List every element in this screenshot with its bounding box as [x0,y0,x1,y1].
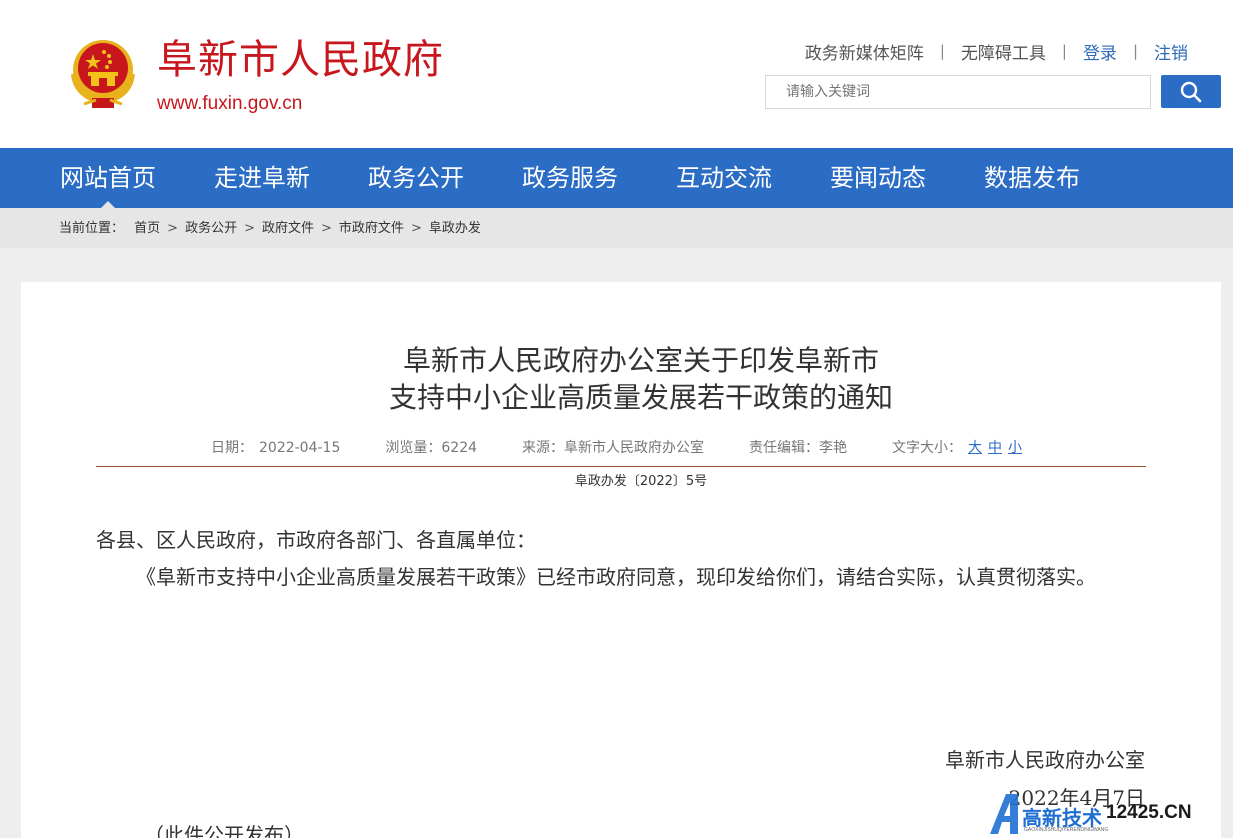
nav-item-gov-service[interactable]: 政务服务 [522,148,618,208]
breadcrumb-gov-docs[interactable]: 政府文件 [262,221,314,236]
article-title: 阜新市人民政府办公室关于印发阜新市 支持中小企业高质量发展若干政策的通知 [21,342,1233,416]
divider: | [939,42,945,60]
site-name: 阜新市人民政府 [157,37,444,83]
doc-number: 阜政办发〔2022〕5号 [574,474,708,489]
meta-date: 日期： 2022-04-15 [211,440,341,456]
search-input[interactable] [765,75,1151,109]
breadcrumb-home[interactable]: 首页 [134,221,160,236]
top-links: 政务新媒体矩阵 | 无障碍工具 | 登录 | 注销 [805,39,1188,64]
new-media-link[interactable]: 政务新媒体矩阵 [805,39,924,64]
article-title-line1: 阜新市人民政府办公室关于印发阜新市 [402,344,879,377]
logout-link[interactable]: 注销 [1154,39,1188,64]
breadcrumb: 当前位置： 首页 > 政务公开 > 政府文件 > 市政府文件 > 阜政办发 [0,208,1233,248]
meta-source: 来源：阜新市人民政府办公室 [522,440,705,456]
main-nav: 网站首页 走进阜新 政务公开 政务服务 互动交流 要闻动态 数据发布 [0,148,1233,208]
article-meta: 日期： 2022-04-15 浏览量：6224 来源：阜新市人民政府办公室 责任编… [211,437,1022,457]
salutation: 各县、区人民政府，市政府各部门、各直属单位： [96,528,536,552]
search-icon [1180,81,1202,102]
font-size-large[interactable]: 大 [968,440,982,456]
article-body: 各县、区人民政府，市政府各部门、各直属单位： 《阜新市支持中小企业高质量发展若干… [96,522,1146,596]
body-paragraph: 《阜新市支持中小企业高质量发展若干政策》已经市政府同意，现印发给你们，请结合实际… [136,565,1096,589]
meta-font-size: 文字大小：大中小 [892,440,1023,456]
site-header: 阜新市人民政府 www.fuxin.gov.cn 政务新媒体矩阵 | 无障碍工具… [0,0,1233,148]
site-url: www.fuxin.gov.cn [157,93,303,114]
breadcrumb-city-docs[interactable]: 市政府文件 [339,221,404,236]
font-size-small[interactable]: 小 [1008,440,1022,456]
nav-item-interaction[interactable]: 互动交流 [676,148,772,208]
meta-views: 浏览量：6224 [385,440,478,456]
search-button[interactable] [1161,75,1221,108]
signature-org: 阜新市人民政府办公室 [945,748,1145,772]
breadcrumb-label: 当前位置： [59,221,125,236]
divider: | [1061,42,1067,60]
nav-item-home[interactable]: 网站首页 [60,148,156,208]
meta-editor: 责任编辑：李艳 [749,440,848,456]
watermark-logo: 高新技术 12425.CN GAOXINJISHUQIYERENDINGWANG [988,790,1233,838]
article-card: 阜新市人民政府办公室关于印发阜新市 支持中小企业高质量发展若干政策的通知 日期：… [21,282,1221,838]
divider: | [1132,42,1138,60]
nav-item-news[interactable]: 要闻动态 [830,148,926,208]
watermark-small-text: GAOXINJISHUQIYERENDINGWANG [1024,827,1109,833]
nav-item-data[interactable]: 数据发布 [984,148,1080,208]
nav-item-gov-info[interactable]: 政务公开 [368,148,464,208]
nav-item-about[interactable]: 走进阜新 [214,148,310,208]
national-emblem-icon [71,40,135,108]
breadcrumb-gov-info[interactable]: 政务公开 [185,221,237,236]
breadcrumb-current[interactable]: 阜政办发 [429,221,481,236]
article-title-line2: 支持中小企业高质量发展若干政策的通知 [388,381,893,414]
font-size-medium[interactable]: 中 [988,440,1002,456]
public-note: （此件公开发布） [144,823,304,838]
accessibility-link[interactable]: 无障碍工具 [961,39,1046,64]
login-link[interactable]: 登录 [1083,39,1117,64]
title-divider [96,466,1146,467]
watermark-num-text: 12425.CN [1106,802,1192,823]
